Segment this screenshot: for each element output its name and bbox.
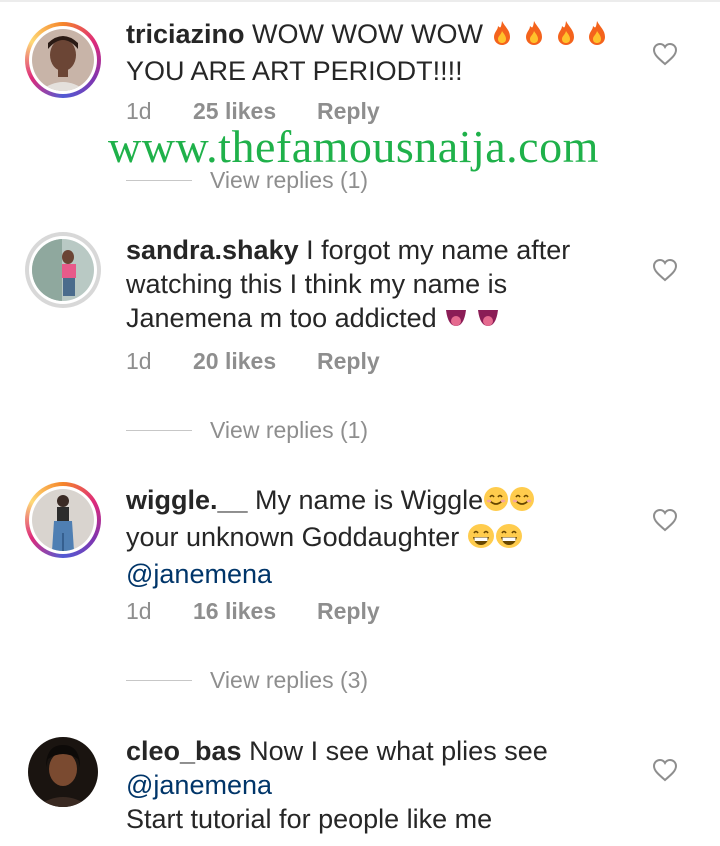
comment-text: sandra.shaky I forgot my name after watc…: [126, 233, 626, 338]
comment-text: cleo_bas Now I see what plies see @janem…: [126, 734, 626, 836]
tongue-emoji: [444, 304, 468, 338]
heart-outline-icon[interactable]: [652, 42, 678, 66]
avatar: [32, 489, 94, 551]
fire-emoji: [554, 20, 578, 54]
avatar-story-ring[interactable]: [25, 22, 101, 98]
likes-count[interactable]: 20 likes: [193, 346, 276, 376]
reply-button[interactable]: Reply: [317, 596, 380, 626]
tongue-emoji: [476, 304, 500, 338]
comment-body: WOW WOW WOW: [244, 19, 483, 49]
comment-username[interactable]: sandra.shaky: [126, 235, 299, 265]
heart-outline-icon[interactable]: [652, 258, 678, 282]
replies-divider: [126, 680, 192, 681]
comment-username[interactable]: cleo_bas: [126, 736, 242, 766]
comment-text: wiggle.__ My name is Wiggle your unknown…: [126, 483, 626, 591]
mention-link[interactable]: @janemena: [126, 770, 272, 800]
fire-emoji: [522, 20, 546, 54]
avatar-story-ring[interactable]: [25, 232, 101, 308]
reply-button[interactable]: Reply: [317, 346, 380, 376]
fire-emoji: [490, 20, 514, 54]
mention-link[interactable]: @janemena: [126, 559, 272, 589]
avatar: [32, 239, 94, 301]
comment-body: My name is Wiggle: [247, 485, 484, 515]
comment-body-line: Start tutorial for people like me: [126, 804, 493, 834]
view-replies-label: View replies (1): [210, 417, 369, 443]
replies-divider: [126, 430, 192, 431]
comment-body-line: your unknown Goddaughter: [126, 522, 460, 552]
comment-time: 1d: [126, 598, 152, 624]
smiling-emoji: [509, 486, 535, 520]
comment-body-line: Janemena m too addicted: [126, 303, 437, 333]
grinning-emoji: [495, 523, 523, 557]
comment-text: triciazino WOW WOW WOW YOU ARE ART PERIO…: [126, 17, 626, 88]
comment-time: 1d: [126, 348, 152, 374]
view-replies-label: View replies (3): [210, 667, 369, 693]
heart-outline-icon[interactable]: [652, 758, 678, 782]
heart-outline-icon[interactable]: [652, 508, 678, 532]
smiling-emoji: [483, 486, 509, 520]
top-divider: [0, 0, 720, 2]
avatar-story-ring[interactable]: [25, 734, 101, 810]
likes-count[interactable]: 16 likes: [193, 596, 276, 626]
avatar: [28, 737, 98, 807]
fire-emoji: [585, 20, 609, 54]
comment-body: I forgot my name after: [298, 235, 571, 265]
comment-body: Now I see what plies see: [241, 736, 548, 766]
comment-username[interactable]: wiggle.__: [126, 485, 248, 515]
grinning-emoji: [467, 523, 495, 557]
watermark: www.thefamousnaija.com: [108, 121, 599, 172]
avatar: [32, 29, 94, 91]
replies-divider: [126, 180, 192, 181]
comment-body-line: YOU ARE ART PERIODT!!!!: [126, 56, 463, 86]
avatar-story-ring[interactable]: [25, 482, 101, 558]
comment-username[interactable]: triciazino: [126, 19, 245, 49]
comment-body-line: watching this I think my name is: [126, 269, 508, 299]
